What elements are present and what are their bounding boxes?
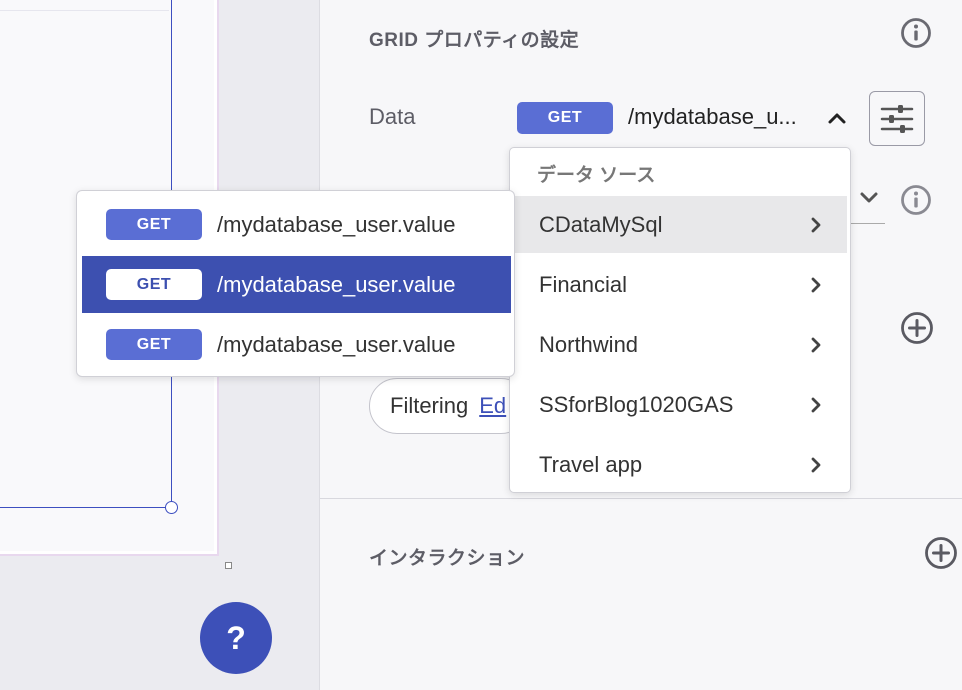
data-source-item-northwind[interactable]: Northwind bbox=[510, 316, 847, 373]
endpoint-path: /mydatabase_user.value bbox=[217, 211, 456, 237]
chevron-right-icon bbox=[811, 277, 821, 293]
plus-circle-icon[interactable] bbox=[900, 311, 934, 345]
data-label: Data bbox=[369, 104, 416, 129]
data-source-label: Travel app bbox=[539, 451, 643, 477]
panel-title: GRID プロパティの設定 bbox=[369, 30, 580, 51]
plus-circle-icon[interactable] bbox=[924, 536, 958, 570]
data-source-label: CDataMySql bbox=[539, 211, 663, 237]
question-icon: ? bbox=[226, 619, 246, 656]
method-badge: GET bbox=[106, 269, 202, 300]
filtering-label: Filtering bbox=[390, 393, 469, 418]
endpoint-path: /mydatabase_user.value bbox=[217, 271, 456, 297]
info-icon[interactable] bbox=[900, 17, 932, 49]
grid-resize-handle[interactable] bbox=[165, 501, 178, 514]
section-divider bbox=[320, 498, 962, 499]
chevron-right-icon bbox=[811, 457, 821, 473]
interaction-section-title: インタラクション bbox=[369, 548, 526, 569]
filtering-chip[interactable]: Filtering Ed bbox=[369, 378, 529, 434]
data-source-item-travel-app[interactable]: Travel app bbox=[510, 436, 847, 493]
data-source-heading: データ ソース bbox=[537, 165, 656, 186]
method-badge: GET bbox=[106, 209, 202, 240]
data-source-label: SSforBlog1020GAS bbox=[539, 391, 734, 417]
chevron-right-icon bbox=[811, 397, 821, 413]
endpoint-path: /mydatabase_user.value bbox=[217, 331, 456, 357]
filtering-edit-link[interactable]: Ed bbox=[479, 393, 506, 419]
endpoint-item[interactable]: GET /mydatabase_user.value bbox=[82, 316, 511, 373]
info-icon[interactable] bbox=[900, 184, 932, 216]
data-settings-button[interactable] bbox=[869, 91, 925, 146]
method-badge: GET bbox=[106, 329, 202, 360]
chevron-right-icon bbox=[811, 217, 821, 233]
sliders-icon bbox=[880, 104, 914, 133]
canvas-resize-handle[interactable] bbox=[225, 562, 232, 569]
endpoint-item[interactable]: GET /mydatabase_user.value bbox=[82, 196, 511, 253]
endpoint-item-selected[interactable]: GET /mydatabase_user.value bbox=[82, 256, 511, 313]
data-source-label: Financial bbox=[539, 271, 628, 297]
data-method-badge: GET bbox=[517, 102, 613, 134]
data-source-item-financial[interactable]: Financial bbox=[510, 256, 847, 313]
chevron-down-icon[interactable] bbox=[858, 188, 880, 208]
data-source-dropdown: データ ソース CDataMySql Financial Northwind S… bbox=[509, 147, 851, 493]
data-source-label: Northwind bbox=[539, 331, 639, 357]
chevron-right-icon bbox=[811, 337, 821, 353]
data-source-item-cdatamysql[interactable]: CDataMySql bbox=[510, 196, 847, 253]
data-source-item-ssforblog[interactable]: SSforBlog1020GAS bbox=[510, 376, 847, 433]
data-source-select[interactable]: /mydatabase_u... bbox=[628, 104, 797, 130]
help-button[interactable]: ? bbox=[200, 602, 272, 674]
endpoint-list-popup: GET /mydatabase_user.value GET /mydataba… bbox=[76, 190, 515, 377]
chevron-up-icon[interactable] bbox=[827, 110, 847, 126]
